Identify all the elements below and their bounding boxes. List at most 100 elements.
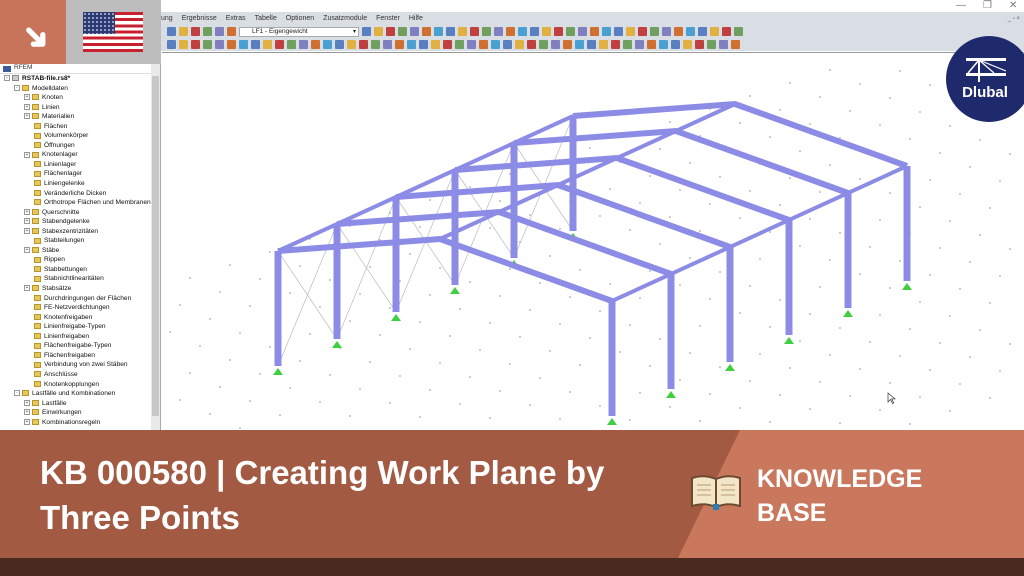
toolbar-button[interactable] <box>359 40 368 49</box>
tree-item[interactable]: Stabbettungen <box>0 265 160 275</box>
tree-item[interactable]: + Stabexzentrizitäten <box>0 227 160 237</box>
toolbar-button[interactable] <box>395 40 404 49</box>
toolbar-button[interactable] <box>491 40 500 49</box>
close-button[interactable]: ✕ <box>1009 0 1017 11</box>
toolbar-button[interactable] <box>431 40 440 49</box>
toolbar-button[interactable] <box>590 27 599 36</box>
toolbar-button[interactable] <box>191 40 200 49</box>
toolbar-button[interactable] <box>458 27 467 36</box>
toolbar-button[interactable] <box>203 27 212 36</box>
toolbar-button[interactable] <box>371 40 380 49</box>
expand-toggle[interactable]: + <box>24 103 30 110</box>
menu-item[interactable]: Fenster <box>376 15 400 22</box>
toolbar-button[interactable] <box>518 27 527 36</box>
toolbar-button[interactable] <box>650 27 659 36</box>
toolbar-button[interactable] <box>686 27 695 36</box>
toolbar-button[interactable] <box>443 40 452 49</box>
tree-item[interactable]: + Kombinationsregeln <box>0 418 160 428</box>
toolbar-button[interactable] <box>203 40 212 49</box>
toolbar-button[interactable] <box>215 27 224 36</box>
3d-viewport[interactable] <box>162 52 1024 430</box>
toolbar-button[interactable] <box>251 40 260 49</box>
tree-item[interactable]: + Knoten <box>0 93 160 103</box>
toolbar-button[interactable] <box>731 40 740 49</box>
tree-item[interactable]: Stabnichtlinearitäten <box>0 274 160 284</box>
tree-item[interactable]: Linienlager <box>0 160 160 170</box>
menu-item[interactable]: Hilfe <box>409 15 423 22</box>
tree-file[interactable]: - RSTAB-file.rs8* <box>0 74 160 84</box>
tree-item[interactable]: Durchdringungen der Flächen <box>0 294 160 304</box>
menu-item[interactable]: ung <box>161 15 173 22</box>
toolbar-button[interactable] <box>599 40 608 49</box>
toolbar-button[interactable] <box>419 40 428 49</box>
toolbar-button[interactable] <box>515 40 524 49</box>
toolbar-button[interactable] <box>179 40 188 49</box>
toolbar-button[interactable] <box>671 40 680 49</box>
toolbar-button[interactable] <box>287 40 296 49</box>
toolbar-button[interactable] <box>503 40 512 49</box>
tree-item[interactable]: Anschlüsse <box>0 370 160 380</box>
toolbar-button[interactable] <box>527 40 536 49</box>
tree-item[interactable]: - Modelldaten <box>0 84 160 94</box>
loadcase-select[interactable]: LF1 - Eigengewicht ▾ <box>239 26 359 37</box>
toolbar-button[interactable] <box>227 40 236 49</box>
expand-toggle[interactable]: + <box>24 113 30 120</box>
toolbar-button[interactable] <box>323 40 332 49</box>
toolbar-button[interactable] <box>566 27 575 36</box>
menu-item[interactable]: Ergebnisse <box>182 15 217 22</box>
toolbar-button[interactable] <box>215 40 224 49</box>
menu-item[interactable]: Optionen <box>286 15 314 22</box>
menu-item[interactable]: Extras <box>226 15 246 22</box>
expand-toggle[interactable]: + <box>24 228 30 234</box>
tree-item[interactable]: + Linien <box>0 103 160 113</box>
toolbar-button[interactable] <box>542 27 551 36</box>
tree-item[interactable]: Flächenfreigabe-Typen <box>0 341 160 351</box>
tree-item[interactable]: + Querschnitte <box>0 208 160 218</box>
tree-item[interactable]: Flächen <box>0 122 160 132</box>
tree-item[interactable]: + Stabendgelenke <box>0 217 160 227</box>
tree-item[interactable]: Öffnungen <box>0 141 160 151</box>
tree-item[interactable]: Knotenfreigaben <box>0 313 160 323</box>
toolbar-button[interactable] <box>455 40 464 49</box>
toolbar-button[interactable] <box>539 40 548 49</box>
tree-item[interactable]: - Lastfälle und Kombinationen <box>0 389 160 399</box>
toolbar-button[interactable] <box>578 27 587 36</box>
tree-item[interactable]: Verbindung von zwei Stäben <box>0 360 160 370</box>
toolbar-button[interactable] <box>299 40 308 49</box>
toolbar-button[interactable] <box>407 40 416 49</box>
tree-item[interactable]: Knotenkopplungen <box>0 380 160 390</box>
toolbar-button[interactable] <box>695 40 704 49</box>
menu-item[interactable]: Tabelle <box>255 15 277 22</box>
toolbar-button[interactable] <box>683 40 692 49</box>
toolbar-button[interactable] <box>602 27 611 36</box>
tree-item[interactable]: + Knotenlager <box>0 150 160 160</box>
expand-toggle[interactable]: + <box>24 151 30 158</box>
tree-item[interactable]: Veränderliche Dicken <box>0 189 160 199</box>
toolbar-button[interactable] <box>710 27 719 36</box>
toolbar-button[interactable] <box>623 40 632 49</box>
tree-item[interactable]: + Stäbe <box>0 246 160 256</box>
toolbar-button[interactable] <box>479 40 488 49</box>
toolbar-button[interactable] <box>386 27 395 36</box>
toolbar-button[interactable] <box>638 27 647 36</box>
toolbar-button[interactable] <box>239 40 248 49</box>
toolbar-button[interactable] <box>227 27 236 36</box>
toolbar-button[interactable] <box>674 27 683 36</box>
tree-item[interactable]: Flächenfreigaben <box>0 351 160 361</box>
toolbar-button[interactable] <box>422 27 431 36</box>
expand-toggle[interactable]: + <box>24 94 30 101</box>
toolbar-button[interactable] <box>575 40 584 49</box>
toolbar-button[interactable] <box>719 40 728 49</box>
toolbar-button[interactable] <box>167 27 176 36</box>
expand-toggle[interactable]: + <box>24 409 30 416</box>
toolbar-button[interactable] <box>587 40 596 49</box>
toolbar-button[interactable] <box>551 40 560 49</box>
toolbar-button[interactable] <box>734 27 743 36</box>
toolbar-button[interactable] <box>362 27 371 36</box>
toolbar-button[interactable] <box>398 27 407 36</box>
toolbar-button[interactable] <box>698 27 707 36</box>
toolbar-button[interactable] <box>662 27 671 36</box>
toolbar-button[interactable] <box>722 27 731 36</box>
toolbar-button[interactable] <box>530 27 539 36</box>
tree-item[interactable]: Orthotrope Flächen und Membranen <box>0 198 160 208</box>
